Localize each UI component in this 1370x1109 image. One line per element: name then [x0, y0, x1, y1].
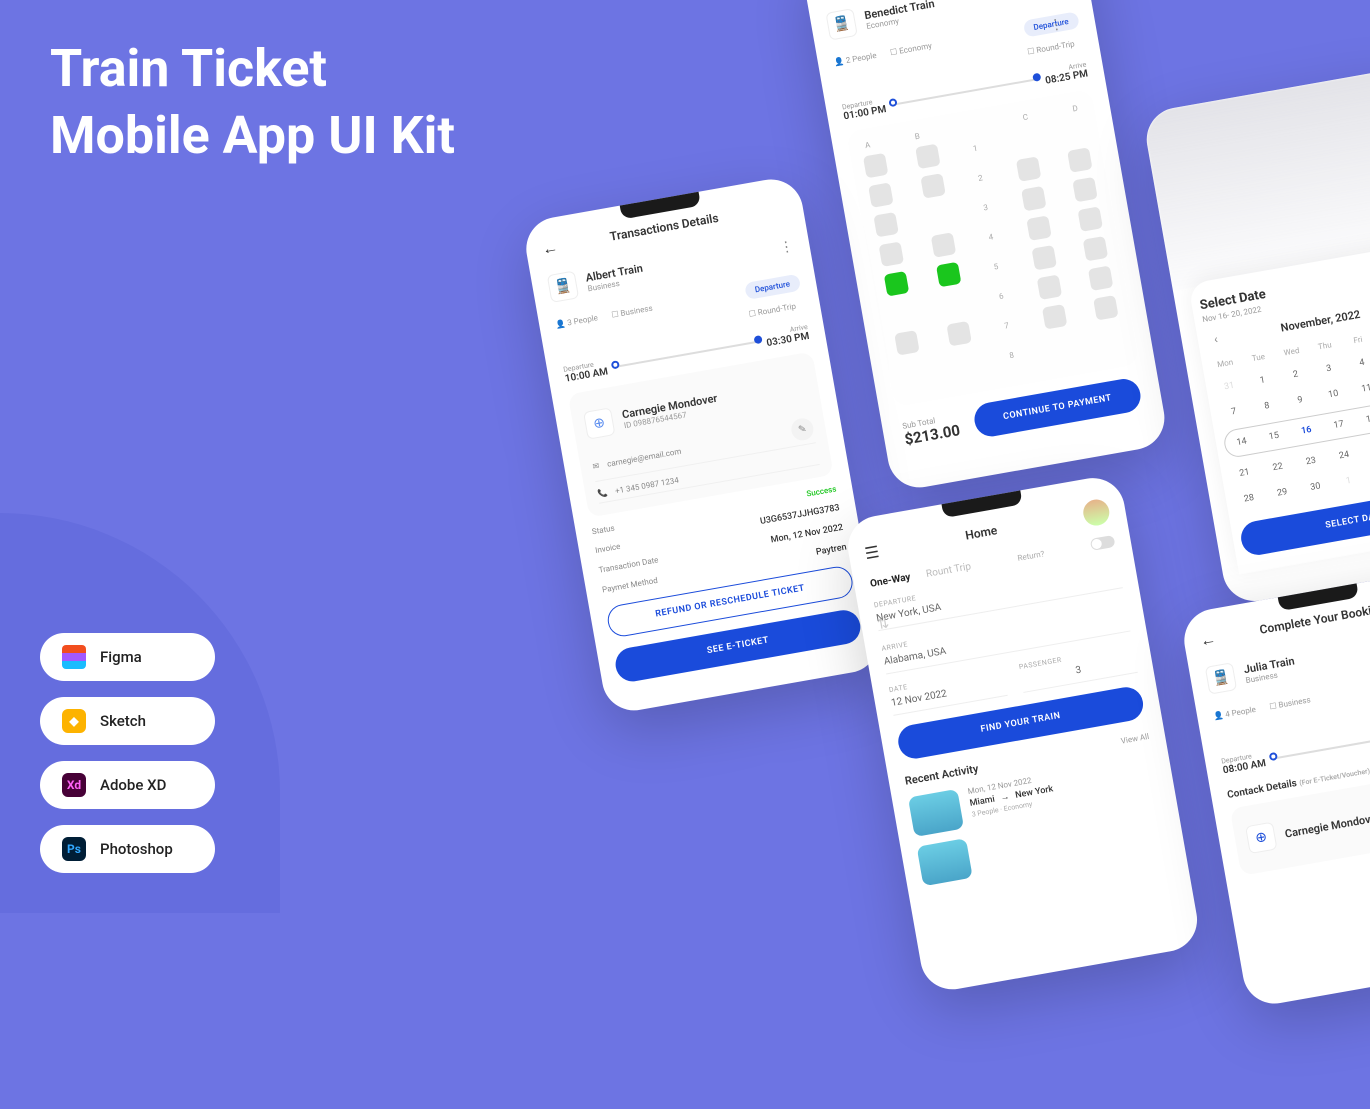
- seat[interactable]: [1041, 304, 1066, 329]
- screen-booking: ← Complete Your Booking 🚆 Julia Train Bu…: [1179, 566, 1370, 1009]
- screen-select-date: Select Date Nov 16- 20, 2022 ‹ November,…: [1142, 65, 1370, 606]
- avatar-icon: ⊕: [583, 407, 615, 439]
- contact-title: Contack Details: [1226, 778, 1297, 801]
- contact-sub: (For E-Ticket/Voucher): [1299, 767, 1370, 787]
- figma-icon: [62, 645, 86, 669]
- seat[interactable]: [884, 271, 909, 296]
- sketch-label: Sketch: [100, 712, 146, 730]
- home-title: Home: [964, 523, 998, 542]
- adobexd-label: Adobe XD: [100, 776, 166, 794]
- seat[interactable]: [915, 144, 940, 169]
- seat[interactable]: [1067, 147, 1092, 172]
- avatar-icon: ⊕: [1245, 822, 1277, 854]
- payment-method: Paytren: [815, 543, 847, 558]
- title-line1: Train Ticket: [50, 40, 455, 97]
- badge-sketch: ◆ Sketch: [40, 697, 215, 745]
- transaction-date: Mon, 12 Nov 2022: [770, 523, 844, 546]
- invoice-value: U3G6537JJHG3783: [759, 503, 840, 527]
- tab-oneway[interactable]: One-Way: [869, 571, 911, 589]
- people-chip: 👤 2 People: [833, 51, 877, 67]
- seat[interactable]: [1093, 295, 1118, 320]
- seat[interactable]: [863, 153, 888, 178]
- sketch-icon: ◆: [62, 709, 86, 733]
- people-chip: 👤 4 People: [1213, 705, 1257, 721]
- business-chip[interactable]: ☐ Business: [602, 298, 662, 325]
- seat[interactable]: [894, 330, 919, 355]
- activity-thumbnail: [917, 838, 973, 886]
- figma-label: Figma: [100, 648, 142, 666]
- back-icon[interactable]: ←: [1199, 629, 1218, 651]
- seat[interactable]: [1015, 156, 1040, 181]
- badge-photoshop: Ps Photoshop: [40, 825, 215, 873]
- recent-title: Recent Activity: [904, 762, 979, 788]
- screen-transactions: ← Transactions Details 🚆 Albert Train Bu…: [521, 174, 884, 715]
- tab-roundtrip[interactable]: Rount Trip: [925, 561, 972, 580]
- col-d: D: [1072, 104, 1079, 114]
- cal-prev-icon[interactable]: ‹: [1205, 331, 1227, 348]
- edit-icon[interactable]: ✎: [790, 417, 815, 442]
- back-icon[interactable]: ←: [540, 237, 559, 259]
- menu-icon[interactable]: ☰: [863, 542, 880, 563]
- badge-adobexd: Xd Adobe XD: [40, 761, 215, 809]
- seat[interactable]: [1083, 236, 1108, 261]
- more-icon[interactable]: ⋮: [1048, 16, 1065, 34]
- seat[interactable]: [1031, 245, 1056, 270]
- seat[interactable]: [1021, 186, 1046, 211]
- screen-select-seat: Select Seat 🚆 Benedict Train Economy ⋮ 👤…: [800, 0, 1170, 492]
- seat[interactable]: [1026, 216, 1051, 241]
- departure-chip[interactable]: Departure: [744, 274, 802, 300]
- economy-chip[interactable]: ☐ Economy: [881, 36, 941, 63]
- return-label: Return?: [1017, 549, 1045, 563]
- seat[interactable]: [935, 262, 960, 287]
- title-line2: Mobile App UI Kit: [50, 107, 455, 164]
- people-chip: 👤 3 People: [555, 313, 599, 329]
- business-chip[interactable]: ☐ Business: [1260, 690, 1320, 717]
- col-a: A: [864, 140, 871, 150]
- roundtrip-chip[interactable]: ☐ Round-Trip: [1018, 34, 1084, 62]
- seat[interactable]: [1036, 275, 1061, 300]
- contact-name: Carnegie Mondover: [1284, 811, 1370, 841]
- view-all-link[interactable]: View All: [1120, 732, 1150, 750]
- seat[interactable]: [868, 182, 893, 207]
- activity-thumbnail: [908, 789, 964, 837]
- photoshop-icon: Ps: [62, 837, 86, 861]
- cal-month: November, 2022: [1280, 307, 1362, 334]
- seat[interactable]: [946, 321, 971, 346]
- trainpost-icon: 🚆: [825, 8, 857, 40]
- status-badge: Success: [806, 484, 837, 498]
- trainpost-icon: 🚆: [547, 271, 579, 303]
- photoshop-label: Photoshop: [100, 840, 173, 858]
- seat[interactable]: [1088, 265, 1113, 290]
- screen-home: ☰ Home One-Way Rount Trip Return? DEPART…: [843, 473, 1202, 994]
- seat[interactable]: [1077, 206, 1102, 231]
- seat[interactable]: [879, 241, 904, 266]
- col-c: C: [1022, 112, 1029, 122]
- more-icon[interactable]: ⋮: [778, 238, 795, 256]
- trainpost-icon: 🚆: [1205, 662, 1237, 694]
- badge-figma: Figma: [40, 633, 215, 681]
- return-toggle[interactable]: [1090, 535, 1116, 551]
- seat[interactable]: [873, 212, 898, 237]
- adobexd-icon: Xd: [62, 773, 86, 797]
- seat[interactable]: [920, 173, 945, 198]
- roundtrip-chip[interactable]: ☐ Round-Trip: [739, 296, 805, 324]
- page-title: Train Ticket Mobile App UI Kit: [50, 40, 455, 164]
- seat[interactable]: [930, 232, 955, 257]
- col-b: B: [914, 132, 920, 142]
- avatar[interactable]: [1081, 497, 1111, 527]
- seat[interactable]: [1072, 177, 1097, 202]
